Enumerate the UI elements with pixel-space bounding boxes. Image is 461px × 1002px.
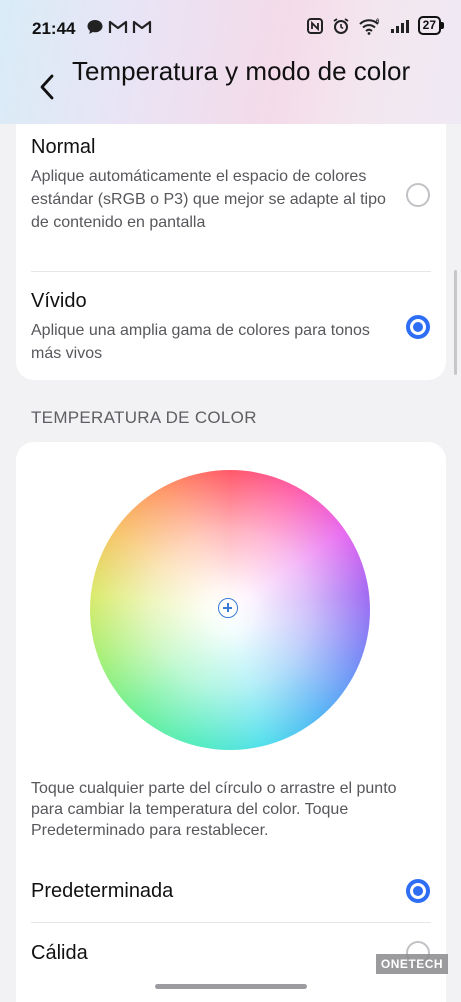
option-description: Aplique una amplia gama de colores para … [31, 322, 370, 362]
battery-indicator: 27 [417, 16, 445, 35]
status-time: 21:44 [32, 19, 76, 38]
gmail-icon [132, 20, 152, 33]
option-title: Normal [31, 136, 96, 158]
nfc-icon [306, 17, 323, 34]
chevron-left-icon[interactable] [34, 70, 64, 104]
color-mode-card: Normal Aplique automáticamente el espaci… [16, 124, 446, 380]
color-wheel[interactable] [90, 470, 370, 750]
watermark: ONETECH [376, 954, 448, 974]
scrollbar[interactable] [454, 270, 457, 375]
system-icons: 6 27 [306, 16, 445, 35]
gmail-icon [108, 20, 128, 33]
signal-icon [390, 19, 409, 33]
section-label-temperature: TEMPERATURA DE COLOR [31, 408, 257, 427]
status-bar: 21:44 6 27 [0, 0, 461, 58]
home-indicator[interactable] [155, 984, 307, 989]
svg-text:6: 6 [376, 19, 380, 25]
divider [31, 271, 431, 272]
option-title: Vívido [31, 290, 87, 312]
divider [31, 922, 431, 923]
alarm-icon [333, 17, 349, 34]
radio-predeterminada[interactable] [406, 879, 430, 903]
wheel-cursor-handle[interactable] [218, 598, 238, 618]
help-text: Toque cualquier parte del círculo o arra… [31, 780, 397, 839]
notification-icons [86, 18, 152, 36]
preset-title: Predeterminada [31, 880, 174, 902]
temperature-card: Toque cualquier parte del círculo o arra… [16, 442, 446, 1002]
page-title: Temperatura y modo de color [72, 56, 411, 86]
preset-title: Cálida [31, 942, 88, 964]
option-description: Aplique automáticamente el espacio de co… [31, 168, 386, 231]
wifi-6-icon: 6 [358, 19, 380, 35]
radio-vivido[interactable] [406, 315, 430, 339]
message-icon [87, 20, 103, 34]
radio-normal[interactable] [406, 183, 430, 207]
